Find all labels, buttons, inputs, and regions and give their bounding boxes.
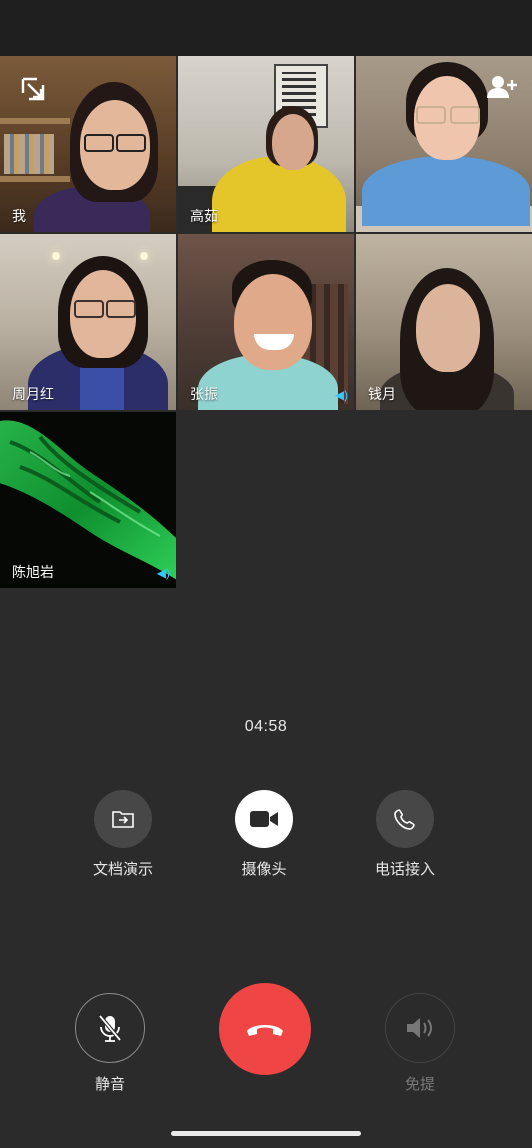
speaking-icon: ◀︎) — [156, 566, 170, 580]
person-body — [362, 156, 530, 226]
video-tile[interactable]: ◀︎) 张振 — [178, 234, 354, 410]
video-tile[interactable]: 周月红 — [0, 234, 176, 410]
books — [4, 134, 54, 174]
doc-share-button[interactable] — [94, 790, 152, 848]
phone-in-control[interactable]: 电话接入 — [345, 790, 465, 879]
video-tile[interactable] — [356, 56, 532, 232]
glasses — [416, 106, 446, 124]
mute-label: 静音 — [94, 1076, 125, 1093]
add-person-icon[interactable] — [486, 74, 518, 100]
video-tile[interactable]: 钱月 — [356, 234, 532, 410]
glasses — [74, 300, 104, 318]
doc-share-label: 文档演示 — [92, 861, 153, 878]
minimize-icon[interactable] — [20, 76, 46, 102]
person-face — [416, 284, 480, 372]
status-bar — [0, 0, 532, 56]
camera-control[interactable]: 摄像头 — [204, 790, 324, 879]
glasses — [106, 300, 136, 318]
video-tile[interactable]: 高茹 — [178, 56, 354, 232]
participant-name: 我 — [12, 208, 26, 224]
speaker-label: 免提 — [404, 1076, 435, 1093]
doc-share-control[interactable]: 文档演示 — [63, 790, 183, 879]
phone-in-button[interactable] — [376, 790, 434, 848]
hang-up-icon — [247, 1025, 283, 1036]
speaker-button[interactable] — [385, 993, 455, 1063]
hang-up-control[interactable] — [219, 983, 311, 1075]
speaker-control[interactable]: 免提 — [360, 993, 480, 1094]
ceiling-light — [52, 252, 60, 260]
bookshelf-board — [0, 176, 70, 182]
hang-up-button[interactable] — [219, 983, 311, 1075]
mute-button[interactable] — [75, 993, 145, 1063]
person-face — [234, 274, 312, 370]
phone-icon — [394, 809, 415, 830]
person-face — [272, 114, 314, 170]
phone-in-label: 电话接入 — [374, 861, 435, 878]
participant-name: 陈旭岩 — [12, 564, 54, 580]
speaker-icon — [407, 1018, 432, 1038]
bookshelf-board — [0, 118, 70, 124]
glasses — [450, 106, 480, 124]
glasses — [84, 134, 114, 152]
speaking-icon: ◀︎) — [334, 388, 348, 402]
mic-off-icon — [98, 1014, 122, 1042]
folder-share-icon — [112, 811, 134, 828]
glasses — [116, 134, 146, 152]
participant-name: 钱月 — [368, 386, 396, 402]
video-tile[interactable]: ◀︎) 陈旭岩 — [0, 412, 176, 588]
participant-name: 高茹 — [190, 208, 218, 224]
camera-button[interactable] — [235, 790, 293, 848]
camera-label: 摄像头 — [241, 861, 287, 878]
video-tile-self[interactable]: 我 — [0, 56, 176, 232]
ceiling-light — [140, 252, 148, 260]
home-indicator[interactable] — [171, 1131, 361, 1136]
participant-name: 张振 — [190, 386, 218, 402]
call-duration: 04:58 — [244, 718, 288, 735]
mute-control[interactable]: 静音 — [50, 993, 170, 1094]
video-camera-icon — [250, 811, 278, 827]
participant-name: 周月红 — [12, 386, 54, 402]
